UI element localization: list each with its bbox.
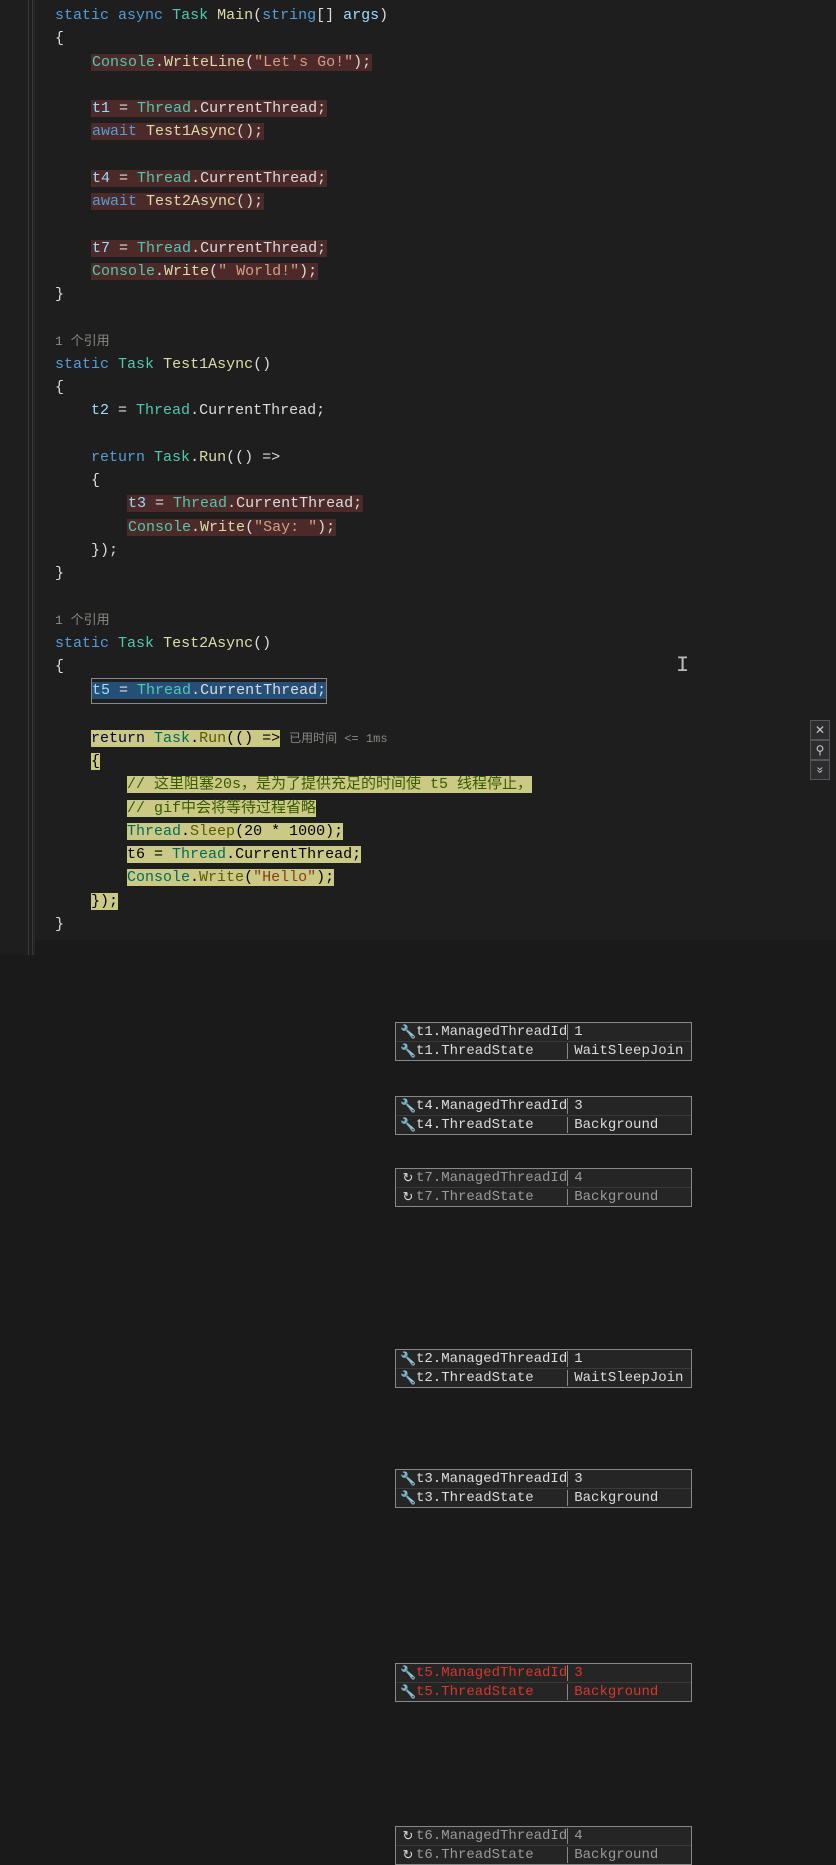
codelens-ref2[interactable]: 1 个引用 <box>55 609 836 632</box>
line-t4-assign: t4 = Thread.CurrentThread; <box>55 167 836 190</box>
wrench-icon: 🔧 <box>400 1472 416 1487</box>
datatip-t6[interactable]: ↻t6.ManagedThreadId4 ↻t6.ThreadStateBack… <box>395 1826 692 1865</box>
pin-button[interactable]: ⚲ <box>810 740 830 760</box>
close-button[interactable]: ✕ <box>810 720 830 740</box>
wrench-icon: 🔧 <box>400 1025 416 1040</box>
line-t3-assign: t3 = Thread.CurrentThread; <box>55 492 836 515</box>
expand-button[interactable]: » <box>810 760 830 780</box>
wrench-icon: 🔧 <box>400 1371 416 1386</box>
pin-icon: ⚲ <box>816 744 825 756</box>
line-t6-assign: t6 = Thread.CurrentThread; <box>55 843 836 866</box>
datatip-t7[interactable]: ↻t7.ManagedThreadId4 ↻t7.ThreadStateBack… <box>395 1168 692 1207</box>
line-sleep: Thread.Sleep(20 * 1000); <box>55 820 836 843</box>
gutter <box>0 0 35 955</box>
wrench-icon: 🔧 <box>400 1118 416 1133</box>
wrench-icon: 🔧 <box>400 1491 416 1506</box>
close-icon: ✕ <box>815 724 825 736</box>
line-t7-assign: t7 = Thread.CurrentThread; <box>55 237 836 260</box>
line-t5-assign: t5 = Thread.CurrentThread; <box>55 678 836 703</box>
line-test1-return: return Task.Run(() => <box>55 446 836 469</box>
refresh-icon: ↻ <box>400 1171 416 1186</box>
line-t2-assign: t2 = Thread.CurrentThread; <box>55 399 836 422</box>
wrench-icon: 🔧 <box>400 1044 416 1059</box>
code-editor[interactable]: static async Task Main(string[] args) { … <box>0 0 836 940</box>
line-console-world: Console.Write(" World!"); <box>55 260 836 283</box>
datatip-t2[interactable]: 🔧t2.ManagedThreadId1 🔧t2.ThreadStateWait… <box>395 1349 692 1388</box>
line-comment2: // gif中会将等待过程省略 <box>55 797 836 820</box>
datatip-t3[interactable]: 🔧t3.ManagedThreadId3 🔧t3.ThreadStateBack… <box>395 1469 692 1508</box>
line-main-close: } <box>55 283 836 306</box>
line-await-t2: await Test2Async(); <box>55 190 836 213</box>
refresh-icon: ↻ <box>400 1848 416 1863</box>
perf-hint[interactable]: 已用时间 <= 1ms <box>289 732 387 746</box>
refresh-icon: ↻ <box>400 1190 416 1205</box>
text-cursor: I <box>676 653 689 678</box>
line-await-t1: await Test1Async(); <box>55 120 836 143</box>
line-main-sig: static async Task Main(string[] args) <box>55 4 836 27</box>
line-t1-assign: t1 = Thread.CurrentThread; <box>55 97 836 120</box>
codelens-ref1[interactable]: 1 个引用 <box>55 330 836 353</box>
line-test2-return: return Task.Run(() => 已用时间 <= 1ms <box>55 727 836 750</box>
line-console-hello: Console.Write("Hello"); <box>55 866 836 889</box>
datatip-t4[interactable]: 🔧t4.ManagedThreadId3 🔧t4.ThreadStateBack… <box>395 1096 692 1135</box>
line-test1-sig: static Task Test1Async() <box>55 353 836 376</box>
chevron-down-icon: » <box>814 767 826 774</box>
datatip-toolbar: ✕ ⚲ » <box>810 720 830 780</box>
wrench-icon: 🔧 <box>400 1685 416 1700</box>
datatip-t5[interactable]: 🔧t5.ManagedThreadId3 🔧t5.ThreadStateBack… <box>395 1663 692 1702</box>
refresh-icon: ↻ <box>400 1829 416 1844</box>
line-console-say: Console.Write("Say: "); <box>55 516 836 539</box>
line-main-open: { <box>55 27 836 50</box>
wrench-icon: 🔧 <box>400 1099 416 1114</box>
line-comment1: // 这里阻塞20s，是为了提供充足的时间使 t5 线程停止， <box>55 773 836 796</box>
wrench-icon: 🔧 <box>400 1352 416 1367</box>
line-test2-sig: static Task Test2Async() <box>55 632 836 655</box>
line-console-letsgo: Console.WriteLine("Let's Go!"); <box>55 51 836 74</box>
datatip-t1[interactable]: 🔧t1.ManagedThreadId1 🔧t1.ThreadStateWait… <box>395 1022 692 1061</box>
wrench-icon: 🔧 <box>400 1666 416 1681</box>
